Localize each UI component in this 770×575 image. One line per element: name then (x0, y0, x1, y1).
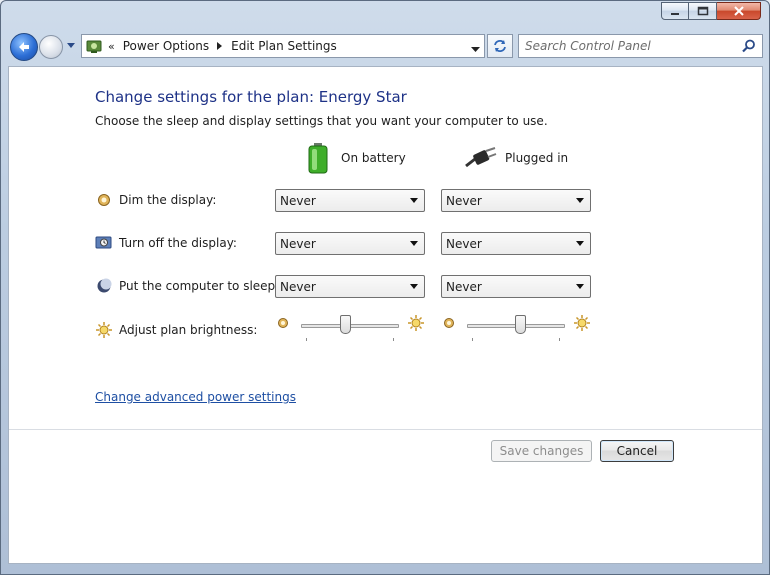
turn-off-display-icon (95, 234, 113, 252)
window-frame: « Power Options Edit Plan Settings Searc… (0, 0, 770, 575)
sleep-moon-icon (95, 277, 113, 295)
refresh-icon (494, 40, 506, 52)
page-title: Change settings for the plan: Energy Sta… (95, 88, 407, 106)
row-brightness: Adjust plan brightness: (95, 321, 257, 339)
chevron-down-icon (576, 198, 584, 203)
page-subtitle: Choose the sleep and display settings th… (95, 114, 548, 128)
recent-pages-dropdown[interactable] (66, 40, 76, 52)
maximize-icon (697, 6, 708, 16)
slider-thumb[interactable] (515, 315, 526, 334)
slider-tick (559, 338, 560, 341)
brightness-sun-icon (95, 321, 113, 339)
dim-display-icon (95, 191, 113, 209)
address-bar[interactable]: « Power Options Edit Plan Settings (81, 34, 485, 58)
sleep-plugged-value: Never (446, 279, 482, 294)
sleep-label: Put the computer to sleep: (119, 279, 280, 293)
save-changes-button[interactable]: Save changes (491, 440, 592, 462)
cancel-button[interactable]: Cancel (600, 440, 674, 462)
row-turn-off-display: Turn off the display: (95, 234, 237, 252)
bright-brightness-icon (573, 314, 591, 335)
chevron-down-icon (471, 47, 480, 52)
row-dim-display: Dim the display: (95, 191, 216, 209)
column-header-plugged-in: Plugged in (465, 147, 568, 169)
slider-tick (472, 338, 473, 341)
dim-display-plugged-select[interactable]: Never (441, 189, 591, 212)
column-label-on-battery: On battery (341, 151, 406, 165)
slider-tick (393, 338, 394, 341)
breadcrumb-edit-plan-settings[interactable]: Edit Plan Settings (231, 39, 337, 53)
dim-brightness-icon (443, 317, 455, 332)
close-button[interactable] (717, 2, 761, 20)
battery-icon (308, 143, 328, 174)
search-box (518, 34, 763, 58)
divider (9, 429, 762, 430)
minimize-button[interactable] (661, 2, 689, 20)
breadcrumb-separator-icon[interactable] (217, 42, 223, 50)
forward-button[interactable] (39, 35, 63, 59)
address-dropdown[interactable] (471, 42, 480, 56)
dim-display-battery-select[interactable]: Never (275, 189, 425, 212)
dim-display-label: Dim the display: (119, 193, 217, 207)
turn-off-display-label: Turn off the display: (119, 236, 237, 250)
refresh-button[interactable] (487, 34, 513, 58)
search-input[interactable] (525, 36, 735, 56)
dim-display-plugged-value: Never (446, 193, 482, 208)
sleep-battery-value: Never (280, 279, 316, 294)
close-icon (733, 6, 744, 16)
dim-brightness-icon (277, 317, 289, 332)
dim-display-battery-value: Never (280, 193, 316, 208)
plug-icon (465, 147, 497, 168)
chevron-down-icon (410, 198, 418, 203)
turn-off-display-battery-value: Never (280, 236, 316, 251)
power-options-icon (84, 37, 104, 55)
turn-off-display-plugged-value: Never (446, 236, 482, 251)
turn-off-display-battery-select[interactable]: Never (275, 232, 425, 255)
column-header-on-battery: On battery (307, 142, 406, 174)
brightness-plugged-slider[interactable] (467, 315, 565, 345)
turn-off-display-plugged-select[interactable]: Never (441, 232, 591, 255)
search-icon[interactable] (742, 39, 756, 56)
breadcrumb-power-options[interactable]: Power Options (123, 39, 209, 53)
chevron-down-icon (576, 284, 584, 289)
breadcrumb-overflow[interactable]: « (108, 40, 115, 53)
slider-thumb[interactable] (340, 315, 351, 334)
advanced-power-settings-link[interactable]: Change advanced power settings (95, 390, 296, 404)
sleep-plugged-select[interactable]: Never (441, 275, 591, 298)
slider-tick (306, 338, 307, 341)
chevron-down-icon (410, 284, 418, 289)
minimize-icon (671, 13, 679, 15)
brightness-battery-slider[interactable] (301, 315, 399, 345)
chevron-down-icon (576, 241, 584, 246)
row-sleep: Put the computer to sleep: (95, 277, 279, 295)
chevron-down-icon (410, 241, 418, 246)
brightness-label: Adjust plan brightness: (119, 323, 258, 337)
window-controls (661, 2, 761, 20)
chevron-down-icon (67, 43, 75, 48)
back-button[interactable] (10, 33, 38, 61)
navigation-bar: « Power Options Edit Plan Settings (7, 31, 763, 63)
sleep-battery-select[interactable]: Never (275, 275, 425, 298)
column-label-plugged-in: Plugged in (505, 151, 569, 165)
content-pane: Change settings for the plan: Energy Sta… (8, 66, 763, 564)
maximize-button[interactable] (689, 2, 717, 20)
bright-brightness-icon (407, 314, 425, 335)
back-arrow-icon (19, 42, 29, 52)
